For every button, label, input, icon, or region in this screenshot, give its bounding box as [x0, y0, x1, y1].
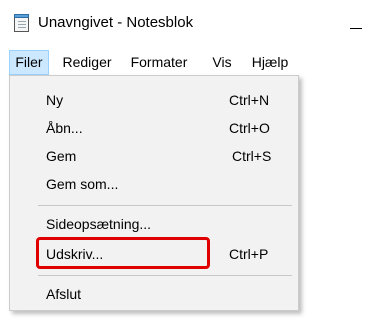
- menu-item-shortcut: Ctrl+S: [232, 148, 272, 164]
- menu-vis[interactable]: Vis: [205, 50, 239, 75]
- highlight-annotation: [36, 237, 210, 269]
- menu-item-ny[interactable]: Ny Ctrl+N: [10, 89, 298, 111]
- menu-vis-label: Vis: [212, 54, 232, 70]
- menu-rediger-label: Rediger: [62, 54, 112, 70]
- notepad-icon: [14, 14, 29, 32]
- window-title: Unavngivet - Notesblok: [38, 14, 194, 31]
- menu-item-afslut[interactable]: Afslut: [10, 283, 298, 305]
- menu-item-label: Gem som...: [46, 176, 119, 192]
- menu-hjaelp[interactable]: Hjælp: [242, 50, 298, 75]
- file-menu-dropdown: Ny Ctrl+N Åbn... Ctrl+O Gem Ctrl+S Gem s…: [9, 75, 299, 311]
- menu-item-label: Gem: [46, 148, 77, 164]
- menu-filer[interactable]: Filer: [9, 50, 49, 75]
- menu-filer-label: Filer: [15, 54, 43, 70]
- menu-item-label: Sideopsætning...: [46, 216, 152, 232]
- menu-rediger[interactable]: Rediger: [55, 50, 119, 75]
- menu-formater-label: Formater: [130, 54, 188, 70]
- menu-item-label: Afslut: [46, 286, 82, 302]
- menu-item-shortcut: Ctrl+O: [229, 120, 270, 136]
- menu-item-gem[interactable]: Gem Ctrl+S: [10, 145, 298, 167]
- menu-separator: [38, 275, 292, 276]
- menu-bar: Filer Rediger Formater Vis Hjælp: [0, 50, 382, 75]
- minimize-button[interactable]: [336, 8, 382, 42]
- menu-item-sideopsaetning[interactable]: Sideopsætning...: [10, 213, 298, 235]
- menu-separator: [38, 205, 292, 206]
- menu-item-label: Ny: [46, 92, 64, 108]
- minimize-icon: [350, 28, 362, 29]
- menu-hjaelp-label: Hjælp: [251, 54, 289, 70]
- menu-item-shortcut: Ctrl+N: [229, 92, 270, 108]
- menu-item-label: Åbn...: [46, 120, 83, 136]
- title-bar: Unavngivet - Notesblok: [0, 0, 382, 50]
- menu-formater[interactable]: Formater: [120, 50, 198, 75]
- menu-item-aabn[interactable]: Åbn... Ctrl+O: [10, 117, 298, 139]
- menu-item-gem-som[interactable]: Gem som...: [10, 173, 298, 195]
- notepad-window: Unavngivet - Notesblok Filer Rediger For…: [0, 0, 382, 334]
- menu-item-shortcut: Ctrl+P: [229, 246, 269, 262]
